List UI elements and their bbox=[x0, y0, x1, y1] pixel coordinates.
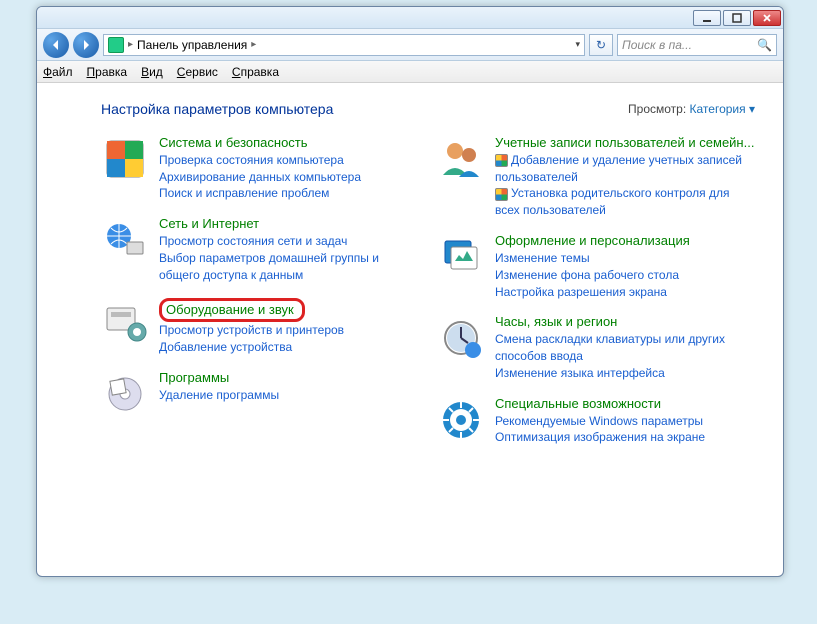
highlight-annotation: Оборудование и звук bbox=[159, 298, 305, 323]
category-sub-link[interactable]: Смена раскладки клавиатуры или других сп… bbox=[495, 331, 755, 365]
category-sub-link[interactable]: Поиск и исправление проблем bbox=[159, 185, 419, 202]
system-icon bbox=[101, 135, 149, 183]
category-title-access[interactable]: Специальные возможности bbox=[495, 396, 661, 411]
breadcrumb-sep-icon: ▸ bbox=[251, 39, 256, 50]
category-title-network[interactable]: Сеть и Интернет bbox=[159, 216, 259, 231]
network-icon bbox=[101, 216, 149, 264]
page-title: Настройка параметров компьютера bbox=[101, 101, 333, 117]
view-label: Просмотр: bbox=[628, 102, 686, 116]
address-dropdown-icon[interactable]: ▾ bbox=[575, 39, 580, 50]
category-title-appearance[interactable]: Оформление и персонализация bbox=[495, 233, 690, 248]
category-sub-link[interactable]: Изменение фона рабочего стола bbox=[495, 267, 755, 284]
access-icon bbox=[437, 396, 485, 444]
category-sub-link[interactable]: Изменение темы bbox=[495, 250, 755, 267]
right-column: Учетные записи пользователей и семейн...… bbox=[437, 135, 755, 446]
category-columns: Система и безопасность Проверка состояния… bbox=[101, 135, 755, 446]
category-title-programs[interactable]: Программы bbox=[159, 370, 229, 385]
category-sub-link[interactable]: Настройка разрешения экрана bbox=[495, 284, 755, 301]
breadcrumb-root[interactable]: Панель управления bbox=[137, 38, 247, 52]
clock-icon bbox=[437, 314, 485, 362]
category-sub-link[interactable]: Изменение языка интерфейса bbox=[495, 365, 755, 382]
menu-file[interactable]: Файл bbox=[43, 65, 73, 79]
search-input[interactable]: Поиск в па... 🔍 bbox=[617, 34, 777, 56]
category-sub-link[interactable]: Добавление устройства bbox=[159, 339, 419, 356]
category-sub-link[interactable]: Рекомендуемые Windows параметры bbox=[495, 413, 755, 430]
category-sub-link[interactable]: Архивирование данных компьютера bbox=[159, 169, 419, 186]
hardware-icon bbox=[101, 298, 149, 346]
menu-help[interactable]: Справка bbox=[232, 65, 279, 79]
category-appearance: Оформление и персонализация Изменение тем… bbox=[437, 233, 755, 300]
appearance-icon bbox=[437, 233, 485, 281]
category-access: Специальные возможности Рекомендуемые Win… bbox=[437, 396, 755, 446]
category-sub-link[interactable]: Выбор параметров домашней группы и общег… bbox=[159, 250, 419, 284]
address-bar[interactable]: ▸ Панель управления ▸ ▾ bbox=[103, 34, 585, 56]
menu-edit[interactable]: Правка bbox=[87, 65, 128, 79]
titlebar bbox=[37, 7, 783, 29]
category-title-hardware[interactable]: Оборудование и звук bbox=[166, 302, 294, 317]
category-programs: Программы Удаление программы bbox=[101, 370, 419, 418]
search-icon: 🔍 bbox=[757, 38, 772, 52]
category-hardware: Оборудование и звук Просмотр устройств и … bbox=[101, 298, 419, 356]
category-users: Учетные записи пользователей и семейн...… bbox=[437, 135, 755, 219]
back-button[interactable] bbox=[43, 32, 69, 58]
category-sub-link[interactable]: Установка родительского контроля для все… bbox=[495, 185, 755, 219]
category-clock: Часы, язык и регион Смена раскладки клави… bbox=[437, 314, 755, 381]
close-button[interactable] bbox=[753, 10, 781, 26]
users-icon bbox=[437, 135, 485, 183]
control-panel-icon bbox=[108, 37, 124, 53]
navigation-bar: ▸ Панель управления ▸ ▾ ↻ Поиск в па... … bbox=[37, 29, 783, 61]
category-title-clock[interactable]: Часы, язык и регион bbox=[495, 314, 617, 329]
search-placeholder: Поиск в па... bbox=[622, 38, 692, 52]
content-area: Настройка параметров компьютера Просмотр… bbox=[37, 83, 783, 576]
content-header: Настройка параметров компьютера Просмотр… bbox=[101, 101, 755, 117]
minimize-button[interactable] bbox=[693, 10, 721, 26]
left-column: Система и безопасность Проверка состояния… bbox=[101, 135, 419, 446]
view-selector: Просмотр: Категория ▾ bbox=[628, 102, 755, 116]
category-system: Система и безопасность Проверка состояния… bbox=[101, 135, 419, 202]
category-sub-link[interactable]: Проверка состояния компьютера bbox=[159, 152, 419, 169]
view-value[interactable]: Категория ▾ bbox=[690, 102, 755, 116]
menu-tools[interactable]: Сервис bbox=[177, 65, 218, 79]
menu-view[interactable]: Вид bbox=[141, 65, 163, 79]
category-sub-link[interactable]: Оптимизация изображения на экране bbox=[495, 429, 755, 446]
maximize-button[interactable] bbox=[723, 10, 751, 26]
refresh-button[interactable]: ↻ bbox=[589, 34, 613, 56]
forward-button[interactable] bbox=[73, 32, 99, 58]
category-title-users[interactable]: Учетные записи пользователей и семейн... bbox=[495, 135, 754, 150]
breadcrumb-sep-icon: ▸ bbox=[128, 39, 133, 50]
programs-icon bbox=[101, 370, 149, 418]
category-sub-link[interactable]: Просмотр устройств и принтеров bbox=[159, 322, 419, 339]
category-sub-link[interactable]: Удаление программы bbox=[159, 387, 419, 404]
category-title-system[interactable]: Система и безопасность bbox=[159, 135, 308, 150]
category-network: Сеть и Интернет Просмотр состояния сети и… bbox=[101, 216, 419, 283]
control-panel-window: ▸ Панель управления ▸ ▾ ↻ Поиск в па... … bbox=[36, 6, 784, 577]
menu-bar: Файл Правка Вид Сервис Справка bbox=[37, 61, 783, 83]
category-sub-link[interactable]: Добавление и удаление учетных записей по… bbox=[495, 152, 755, 186]
category-sub-link[interactable]: Просмотр состояния сети и задач bbox=[159, 233, 419, 250]
